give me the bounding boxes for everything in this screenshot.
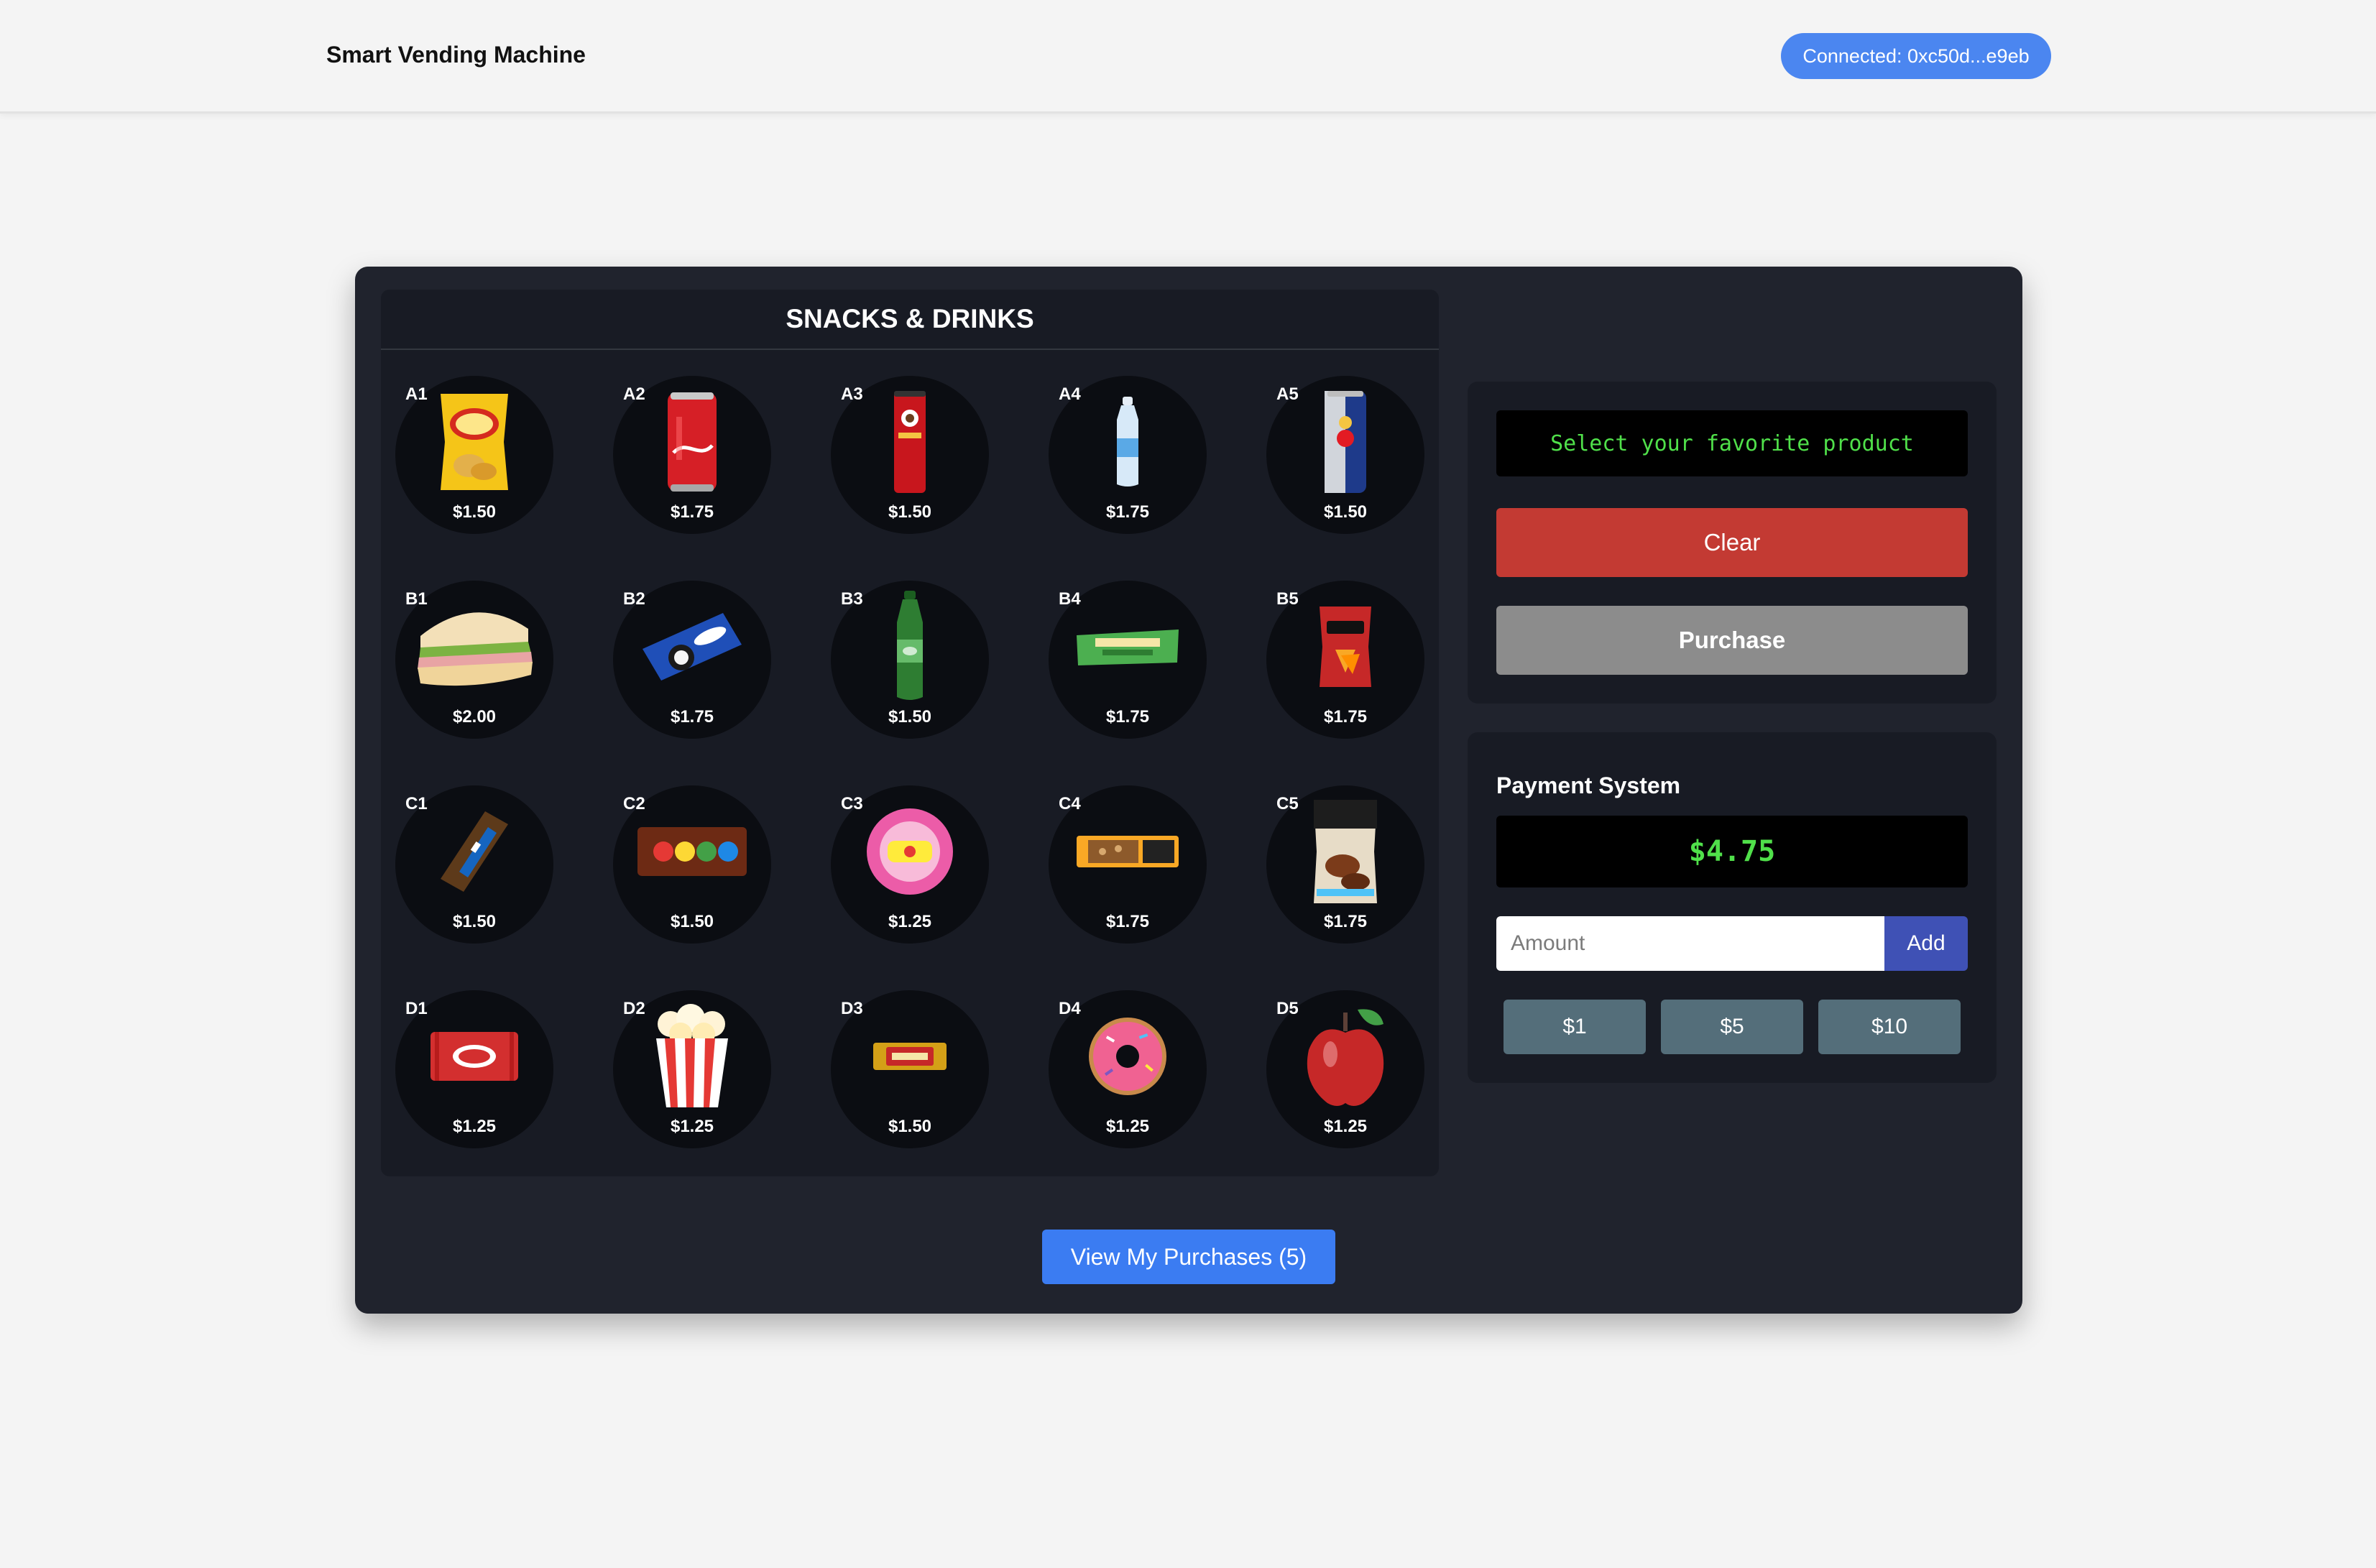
bubble-gum-icon [867,808,953,895]
energy-drink-can-icon [1325,391,1366,493]
slot-code: B3 [841,589,863,609]
slot-code: A4 [1059,384,1081,404]
chips-tube-icon [894,391,926,493]
jerky-bag-icon [1314,800,1377,903]
nut-bar-icon [1077,836,1179,867]
slot-price: $1.50 [670,912,714,931]
slot-price: $1.75 [670,502,714,522]
payment-panel: Payment System $4.75 Add $1 $5 $10 [1468,732,1997,1083]
wallet-connection-badge[interactable]: Connected: 0xc50d...e9eb [1781,33,2051,79]
slot-code: A2 [623,384,645,404]
product-slot-d1[interactable]: D1 $1.25 [395,990,553,1148]
status-display: Select your favorite product [1496,410,1968,476]
slot-price: $1.50 [888,707,932,727]
cookie-pack-icon [643,613,742,681]
apple-icon [1307,1009,1384,1106]
product-slot-b3[interactable]: B3 $1.50 [831,581,989,739]
sandwich-icon [418,612,533,686]
slot-code: D1 [405,999,428,1018]
soda-bottle-icon [897,591,923,700]
product-slot-a4[interactable]: A4 $1.75 [1049,376,1207,534]
product-shelf: SNACKS & DRINKS A1 $1.50 A2 $1.75 A3 $1.… [381,290,1439,1176]
tortilla-chips-bag-icon [1320,607,1371,687]
popcorn-icon [656,1004,728,1107]
product-slot-c1[interactable]: C1 $1.50 [395,785,553,944]
shelf-title: SNACKS & DRINKS [381,290,1439,350]
quick-add-10-button[interactable]: $10 [1818,1000,1961,1054]
product-slot-a3[interactable]: A3 $1.50 [831,376,989,534]
product-slot-b1[interactable]: B1 $2.00 [395,581,553,739]
view-purchases-button[interactable]: View My Purchases (5) [1042,1230,1335,1284]
slot-price: $1.50 [888,1117,932,1136]
slot-code: A5 [1276,384,1299,404]
add-funds-button[interactable]: Add [1884,916,1968,971]
slot-code: B4 [1059,589,1081,609]
donut-icon [1089,1018,1166,1095]
slot-price: $2.00 [452,707,497,727]
payment-title: Payment System [1496,773,1681,798]
caramel-bar-icon [873,1043,947,1070]
slot-price: $1.50 [888,502,932,522]
slot-price: $1.25 [888,912,932,931]
product-slot-d3[interactable]: D3 $1.50 [831,990,989,1148]
slot-code: B5 [1276,589,1299,609]
slot-code: C2 [623,794,645,813]
product-slot-a5[interactable]: A5 $1.50 [1266,376,1424,534]
quick-add-5-button[interactable]: $5 [1661,1000,1803,1054]
slot-code: C4 [1059,794,1081,813]
slot-code: C3 [841,794,863,813]
slot-code: D5 [1276,999,1299,1018]
cola-can-icon [668,392,717,492]
slot-code: C5 [1276,794,1299,813]
granola-bar-icon [1077,629,1179,665]
candy-pack-icon [637,827,747,876]
slot-code: D2 [623,999,645,1018]
product-slot-d4[interactable]: D4 $1.25 [1049,990,1207,1148]
slot-price: $1.25 [1323,1117,1368,1136]
purchase-button[interactable]: Purchase [1496,606,1968,675]
slot-price: $1.75 [1105,502,1150,522]
slot-price: $1.25 [1105,1117,1150,1136]
slot-price: $1.50 [452,502,497,522]
product-slot-b5[interactable]: B5 $1.75 [1266,581,1424,739]
slot-code: D3 [841,999,863,1018]
slot-price: $1.50 [452,912,497,931]
vending-machine: SNACKS & DRINKS A1 $1.50 A2 $1.75 A3 $1.… [355,267,2022,1314]
chocolate-bar-icon [441,811,508,892]
slot-code: B2 [623,589,645,609]
product-slot-c4[interactable]: C4 $1.75 [1049,785,1207,944]
slot-price: $1.25 [452,1117,497,1136]
slot-code: D4 [1059,999,1081,1018]
amount-input[interactable] [1496,916,1884,971]
wafer-bar-icon [430,1032,518,1081]
product-slot-c3[interactable]: C3 $1.25 [831,785,989,944]
control-panel: Select your favorite product Clear Purch… [1468,382,1997,704]
slot-code: A1 [405,384,428,404]
product-slot-a1[interactable]: A1 $1.50 [395,376,553,534]
product-slot-b2[interactable]: B2 $1.75 [613,581,771,739]
product-slot-a2[interactable]: A2 $1.75 [613,376,771,534]
slot-price: $1.75 [1323,707,1368,727]
slot-price: $1.50 [1323,502,1368,522]
slot-price: $1.75 [1105,912,1150,931]
product-slot-d2[interactable]: D2 $1.25 [613,990,771,1148]
slot-price: $1.75 [1323,912,1368,931]
balance-display: $4.75 [1496,816,1968,887]
slot-price: $1.25 [670,1117,714,1136]
clear-button[interactable]: Clear [1496,508,1968,577]
product-slot-b4[interactable]: B4 $1.75 [1049,581,1207,739]
product-slot-c5[interactable]: C5 $1.75 [1266,785,1424,944]
chips-bag-icon [441,394,508,490]
slot-code: C1 [405,794,428,813]
quick-add-1-button[interactable]: $1 [1504,1000,1646,1054]
slot-price: $1.75 [1105,707,1150,727]
product-slot-d5[interactable]: D5 $1.25 [1266,990,1424,1148]
app-title: Smart Vending Machine [326,42,586,68]
top-navbar: Smart Vending Machine Connected: 0xc50d.… [0,0,2376,114]
slot-code: A3 [841,384,863,404]
product-grid: A1 $1.50 A2 $1.75 A3 $1.50 A4 $1.75 A5 $… [395,376,1424,1166]
product-slot-c2[interactable]: C2 $1.50 [613,785,771,944]
slot-price: $1.75 [670,707,714,727]
water-bottle-icon [1117,397,1138,486]
